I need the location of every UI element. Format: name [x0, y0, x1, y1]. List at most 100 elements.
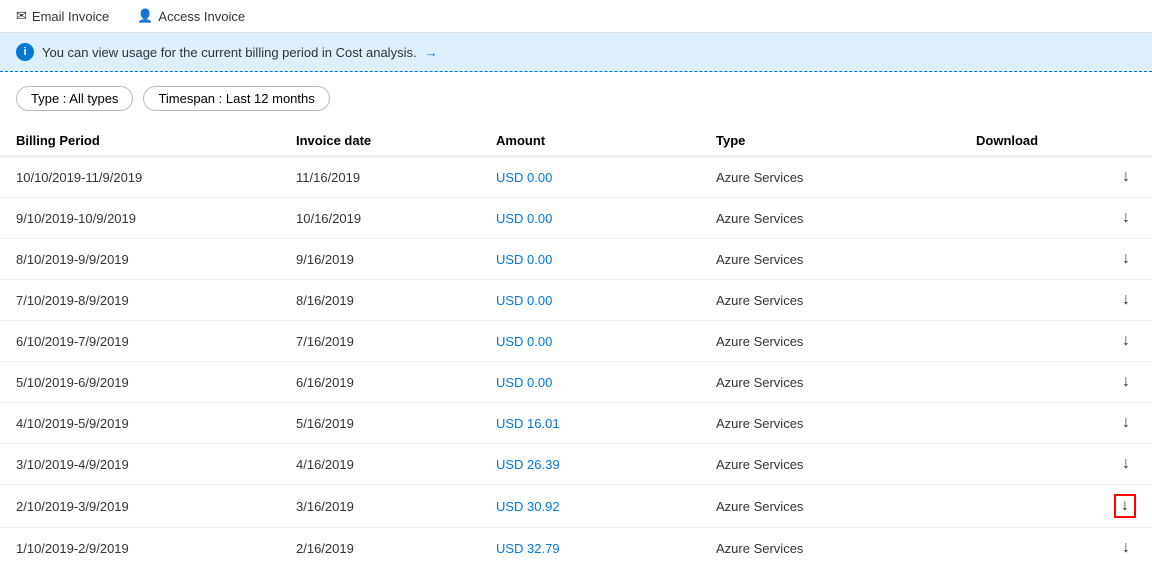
- invoice-date-cell: 6/16/2019: [280, 362, 480, 403]
- invoice-date-cell: 5/16/2019: [280, 403, 480, 444]
- table-row: 1/10/2019-2/9/2019 2/16/2019 USD 32.79 A…: [0, 528, 1152, 568]
- download-cell[interactable]: ↓: [960, 444, 1152, 485]
- amount-cell[interactable]: USD 16.01: [480, 403, 700, 444]
- amount-link[interactable]: USD 0.00: [496, 293, 552, 308]
- download-button[interactable]: ↓: [1116, 166, 1136, 188]
- download-cell[interactable]: ↓: [960, 280, 1152, 321]
- invoice-date-cell: 2/16/2019: [280, 528, 480, 568]
- access-invoice-label: Access Invoice: [158, 9, 245, 24]
- email-icon: ✉: [16, 8, 27, 24]
- billing-period-cell: 9/10/2019-10/9/2019: [0, 198, 280, 239]
- billing-period-cell: 1/10/2019-2/9/2019: [0, 528, 280, 568]
- type-cell: Azure Services: [700, 528, 960, 568]
- timespan-filter[interactable]: Timespan : Last 12 months: [143, 86, 329, 111]
- billing-period-cell: 5/10/2019-6/9/2019: [0, 362, 280, 403]
- download-button[interactable]: ↓: [1116, 248, 1136, 270]
- billing-period-cell: 2/10/2019-3/9/2019: [0, 485, 280, 528]
- amount-link[interactable]: USD 32.79: [496, 541, 560, 556]
- table-row: 8/10/2019-9/9/2019 9/16/2019 USD 0.00 Az…: [0, 239, 1152, 280]
- access-invoice-button[interactable]: 👤 Access Invoice: [133, 6, 249, 26]
- download-button[interactable]: ↓: [1116, 412, 1136, 434]
- type-cell: Azure Services: [700, 321, 960, 362]
- billing-period-cell: 7/10/2019-8/9/2019: [0, 280, 280, 321]
- amount-cell[interactable]: USD 0.00: [480, 280, 700, 321]
- download-button[interactable]: ↓: [1116, 453, 1136, 475]
- amount-cell[interactable]: USD 26.39: [480, 444, 700, 485]
- amount-link[interactable]: USD 16.01: [496, 416, 560, 431]
- toolbar: ✉ Email Invoice 👤 Access Invoice: [0, 0, 1152, 33]
- download-cell[interactable]: ↓: [960, 485, 1152, 528]
- amount-cell[interactable]: USD 0.00: [480, 239, 700, 280]
- download-cell[interactable]: ↓: [960, 403, 1152, 444]
- download-cell[interactable]: ↓: [960, 198, 1152, 239]
- header-amount: Amount: [480, 125, 700, 157]
- invoice-table: Billing Period Invoice date Amount Type …: [0, 125, 1152, 568]
- invoice-date-cell: 11/16/2019: [280, 157, 480, 198]
- table-row: 2/10/2019-3/9/2019 3/16/2019 USD 30.92 A…: [0, 485, 1152, 528]
- table-row: 3/10/2019-4/9/2019 4/16/2019 USD 26.39 A…: [0, 444, 1152, 485]
- table-row: 5/10/2019-6/9/2019 6/16/2019 USD 0.00 Az…: [0, 362, 1152, 403]
- type-cell: Azure Services: [700, 403, 960, 444]
- type-cell: Azure Services: [700, 280, 960, 321]
- banner-message: You can view usage for the current billi…: [42, 45, 417, 60]
- invoice-date-cell: 10/16/2019: [280, 198, 480, 239]
- download-button[interactable]: ↓: [1116, 207, 1136, 229]
- amount-link[interactable]: USD 30.92: [496, 499, 560, 514]
- amount-link[interactable]: USD 0.00: [496, 334, 552, 349]
- type-cell: Azure Services: [700, 157, 960, 198]
- invoice-date-cell: 3/16/2019: [280, 485, 480, 528]
- invoice-date-cell: 9/16/2019: [280, 239, 480, 280]
- amount-cell[interactable]: USD 0.00: [480, 157, 700, 198]
- info-icon: i: [16, 43, 34, 61]
- header-type: Type: [700, 125, 960, 157]
- download-button[interactable]: ↓: [1116, 537, 1136, 559]
- amount-cell[interactable]: USD 30.92: [480, 485, 700, 528]
- type-cell: Azure Services: [700, 239, 960, 280]
- type-filter[interactable]: Type : All types: [16, 86, 133, 111]
- header-billing-period: Billing Period: [0, 125, 280, 157]
- header-invoice-date: Invoice date: [280, 125, 480, 157]
- table-row: 4/10/2019-5/9/2019 5/16/2019 USD 16.01 A…: [0, 403, 1152, 444]
- download-cell[interactable]: ↓: [960, 528, 1152, 568]
- download-button[interactable]: ↓: [1116, 330, 1136, 352]
- type-cell: Azure Services: [700, 198, 960, 239]
- table-header-row: Billing Period Invoice date Amount Type …: [0, 125, 1152, 157]
- billing-period-cell: 8/10/2019-9/9/2019: [0, 239, 280, 280]
- type-cell: Azure Services: [700, 485, 960, 528]
- person-icon: 👤: [137, 8, 153, 24]
- download-cell[interactable]: ↓: [960, 239, 1152, 280]
- amount-link[interactable]: USD 0.00: [496, 170, 552, 185]
- header-download: Download: [960, 125, 1152, 157]
- download-cell[interactable]: ↓: [960, 157, 1152, 198]
- amount-link[interactable]: USD 0.00: [496, 252, 552, 267]
- type-cell: Azure Services: [700, 362, 960, 403]
- amount-cell[interactable]: USD 0.00: [480, 321, 700, 362]
- table-row: 6/10/2019-7/9/2019 7/16/2019 USD 0.00 Az…: [0, 321, 1152, 362]
- invoice-date-cell: 4/16/2019: [280, 444, 480, 485]
- billing-period-cell: 3/10/2019-4/9/2019: [0, 444, 280, 485]
- billing-period-cell: 4/10/2019-5/9/2019: [0, 403, 280, 444]
- type-cell: Azure Services: [700, 444, 960, 485]
- download-button[interactable]: ↓: [1116, 289, 1136, 311]
- info-banner: i You can view usage for the current bil…: [0, 33, 1152, 72]
- download-cell[interactable]: ↓: [960, 362, 1152, 403]
- download-cell[interactable]: ↓: [960, 321, 1152, 362]
- amount-link[interactable]: USD 26.39: [496, 457, 560, 472]
- table-row: 10/10/2019-11/9/2019 11/16/2019 USD 0.00…: [0, 157, 1152, 198]
- download-button[interactable]: ↓: [1114, 494, 1136, 518]
- filters-bar: Type : All types Timespan : Last 12 mont…: [0, 72, 1152, 125]
- download-button[interactable]: ↓: [1116, 371, 1136, 393]
- amount-cell[interactable]: USD 32.79: [480, 528, 700, 568]
- table-row: 7/10/2019-8/9/2019 8/16/2019 USD 0.00 Az…: [0, 280, 1152, 321]
- billing-period-cell: 6/10/2019-7/9/2019: [0, 321, 280, 362]
- amount-link[interactable]: USD 0.00: [496, 211, 552, 226]
- cost-analysis-link[interactable]: →: [425, 45, 438, 60]
- amount-link[interactable]: USD 0.00: [496, 375, 552, 390]
- amount-cell[interactable]: USD 0.00: [480, 362, 700, 403]
- email-invoice-label: Email Invoice: [32, 9, 109, 24]
- invoice-date-cell: 7/16/2019: [280, 321, 480, 362]
- table-row: 9/10/2019-10/9/2019 10/16/2019 USD 0.00 …: [0, 198, 1152, 239]
- email-invoice-button[interactable]: ✉ Email Invoice: [12, 6, 113, 26]
- invoice-date-cell: 8/16/2019: [280, 280, 480, 321]
- amount-cell[interactable]: USD 0.00: [480, 198, 700, 239]
